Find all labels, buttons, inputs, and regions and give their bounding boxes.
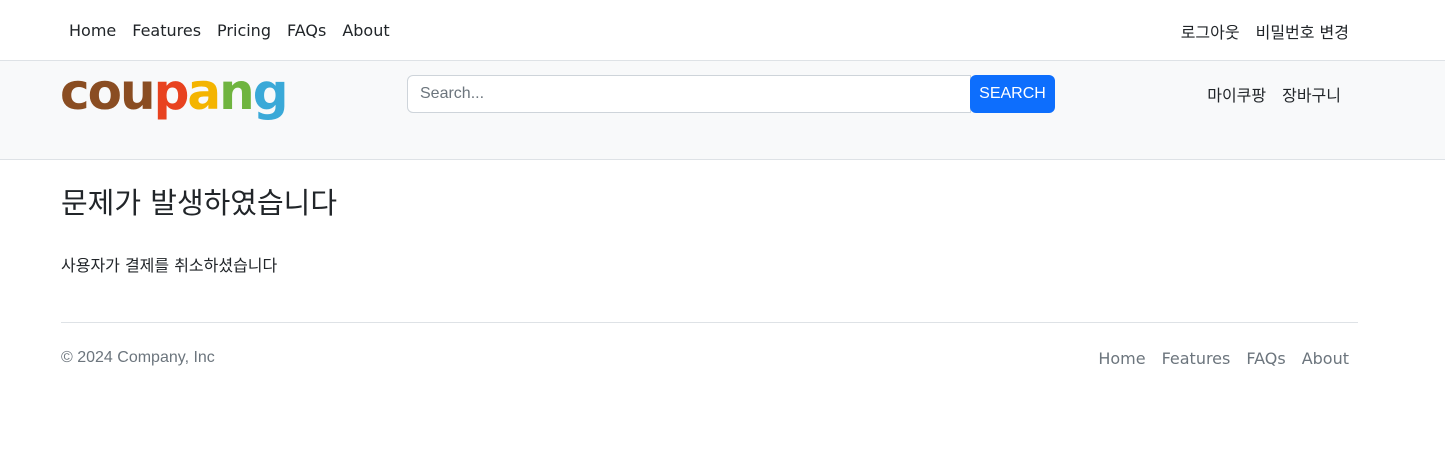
footer-home-link[interactable]: Home xyxy=(1090,349,1153,368)
change-password-link[interactable]: 비밀번호 변경 xyxy=(1248,19,1357,43)
footer-links: Home Features FAQs About xyxy=(1090,349,1357,368)
nav-pricing-link[interactable]: Pricing xyxy=(209,21,279,40)
logo-letter: g xyxy=(252,63,289,121)
header-right-links: 마이쿠팡 장바구니 xyxy=(1199,75,1349,113)
page-title: 문제가 발생하였습니다 xyxy=(61,186,338,220)
logo-letter: u xyxy=(120,63,156,121)
logo-letter: c xyxy=(60,63,90,121)
cart-link[interactable]: 장바구니 xyxy=(1274,82,1349,106)
logo-letter: o xyxy=(87,63,122,121)
footer-about-link[interactable]: About xyxy=(1294,349,1357,368)
footer-faqs-link[interactable]: FAQs xyxy=(1238,349,1293,368)
search-input[interactable] xyxy=(407,75,971,113)
logout-link[interactable]: 로그아웃 xyxy=(1173,19,1248,43)
logo-letter: n xyxy=(219,63,255,121)
search-form: SEARCH xyxy=(407,75,1055,113)
my-coupang-link[interactable]: 마이쿠팡 xyxy=(1199,82,1274,106)
nav-faqs-link[interactable]: FAQs xyxy=(279,21,334,40)
nav-about-link[interactable]: About xyxy=(334,21,397,40)
footer-features-link[interactable]: Features xyxy=(1154,349,1239,368)
logo-letter: p xyxy=(153,63,190,121)
coupang-logo[interactable]: c o u p a n g xyxy=(60,63,289,121)
error-message: 사용자가 결제를 취소하셨습니다 xyxy=(61,256,278,275)
top-nav-right: 로그아웃 비밀번호 변경 xyxy=(1173,0,1357,61)
site-header: c o u p a n g SEARCH 마이쿠팡 장바구니 xyxy=(0,61,1445,160)
logo-letter: a xyxy=(187,63,221,121)
footer-divider xyxy=(61,322,1358,323)
footer-copyright: © 2024 Company, Inc xyxy=(61,349,215,366)
top-navbar: Home Features Pricing FAQs About 로그아웃 비밀… xyxy=(0,0,1445,61)
nav-features-link[interactable]: Features xyxy=(124,21,209,40)
search-button[interactable]: SEARCH xyxy=(970,75,1055,113)
nav-home-link[interactable]: Home xyxy=(61,21,124,40)
top-nav-left: Home Features Pricing FAQs About xyxy=(61,0,398,61)
